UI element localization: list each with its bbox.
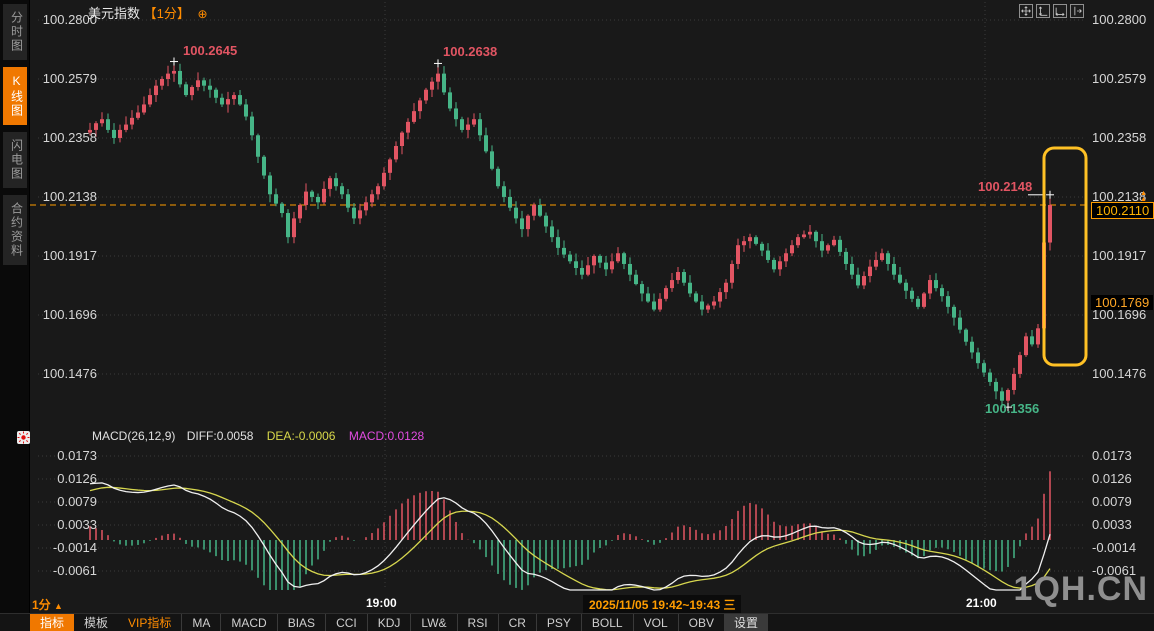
tab-vol[interactable]: VOL (633, 614, 678, 631)
macd-axis-label-left: 0.0126 (37, 471, 97, 486)
interval-up-arrow-icon: ▲ (54, 601, 63, 611)
price-axis-label-left: 100.1917 (37, 248, 97, 263)
macd-axis-label-left: -0.0061 (37, 563, 97, 578)
tab-macd[interactable]: MACD (220, 614, 276, 631)
axis-scale-x-icon[interactable] (1053, 4, 1067, 18)
price-axis-label-left: 100.2579 (37, 71, 97, 86)
chart-toolbar-icons (1019, 4, 1084, 18)
candlestick-macd-plot[interactable] (30, 0, 1154, 595)
tab-settings[interactable]: 设置 (724, 614, 768, 631)
price-axis-label-right: 100.1917 (1092, 248, 1146, 263)
tab-kdj[interactable]: KDJ (367, 614, 411, 631)
session-low-price-label: 100.1356 (985, 401, 1039, 416)
add-overlay-icon[interactable]: ⊕ (198, 7, 208, 21)
macd-axis-label-left: -0.0014 (37, 540, 97, 555)
tab-vip-indicator[interactable]: VIP指标 (118, 614, 181, 631)
macd-axis-label-right: 0.0126 (1092, 471, 1132, 486)
tab-obv[interactable]: OBV (678, 614, 724, 631)
price-axis-label-right: 100.2579 (1092, 71, 1146, 86)
axis-shift-icon[interactable] (1070, 4, 1084, 18)
peak1-price-label: 100.2645 (183, 43, 237, 58)
macd-axis-label-right: 0.0079 (1092, 494, 1132, 509)
sidebar-item-0[interactable]: 分时图 (3, 4, 27, 60)
candles-group (88, 62, 1052, 408)
macd-axis-label-right: -0.0014 (1092, 540, 1136, 555)
macd-header: MACD(26,12,9) DIFF:0.0058 DEA:-0.0006 MA… (92, 429, 424, 443)
macd-group (90, 471, 1050, 590)
tab-boll[interactable]: BOLL (581, 614, 633, 631)
reference-price-tag: 100.1769 (1091, 295, 1153, 310)
tab-rsi[interactable]: RSI (457, 614, 498, 631)
sidebar-item-1[interactable]: K线图 (3, 67, 27, 125)
last-high-price-label: 100.2148 (978, 179, 1032, 194)
indicator-toolbar: 指标模板VIP指标MAMACDBIASCCIKDJLW&RSICRPSYBOLL… (0, 613, 1154, 631)
price-axis-label-left: 100.1476 (37, 366, 97, 381)
tab-ma[interactable]: MA (181, 614, 220, 631)
price-axis-label-left: 100.1696 (37, 307, 97, 322)
symbol-title: 美元指数 (88, 6, 140, 21)
sidebar: 分时图 K线图闪电图合约资料 (0, 0, 30, 613)
tab-bias[interactable]: BIAS (277, 614, 325, 631)
tab-lwr[interactable]: LW& (410, 614, 456, 631)
move-icon[interactable] (1019, 4, 1033, 18)
price-axis-label-left: 100.2358 (37, 130, 97, 145)
sidebar-item-2[interactable]: 闪电图 (3, 132, 27, 188)
price-up-arrow-icon: ▲▲ (1140, 191, 1147, 203)
tab-psy[interactable]: PSY (536, 614, 581, 631)
tab-cci[interactable]: CCI (325, 614, 367, 631)
time-label-21: 21:00 (966, 596, 997, 610)
axis-scale-y-icon[interactable] (1036, 4, 1050, 18)
time-axis: 1分 ▲ 19:00 2025/11/05 19:42~19:43 三 21:0… (30, 595, 1154, 613)
macd-macd-value: MACD:0.0128 (349, 429, 424, 443)
macd-axis-label-left: 0.0033 (37, 517, 97, 532)
macd-axis-label-left: 0.0173 (37, 448, 97, 463)
macd-axis-label-right: 0.0173 (1092, 448, 1132, 463)
tab-indicator[interactable]: 指标 (30, 614, 74, 631)
chart-area: 美元指数 【1分】 ⊕ (30, 0, 1154, 613)
macd-axis-label-right: 0.0033 (1092, 517, 1132, 532)
macd-params: MACD(26,12,9) (92, 429, 175, 443)
chart-header: 美元指数 【1分】 ⊕ (88, 3, 208, 22)
price-axis-label-right: 100.2358 (1092, 130, 1146, 145)
interval-indicator[interactable]: 1分 ▲ (32, 596, 63, 613)
crosshair-time-range: 2025/11/05 19:42~19:43 三 (583, 595, 741, 614)
price-axis-label-right: 100.1476 (1092, 366, 1146, 381)
interval-badge[interactable]: 【1分】 (144, 6, 190, 21)
tab-cr[interactable]: CR (498, 614, 536, 631)
macd-axis-label-left: 0.0079 (37, 494, 97, 509)
app-window: 分时图 K线图闪电图合约资料 美元指数 【1分】 ⊕ (0, 0, 1154, 631)
tab-template[interactable]: 模板 (74, 614, 118, 631)
indicator-marker-icon[interactable] (17, 431, 30, 444)
price-axis-label-right: 100.2800 (1092, 12, 1146, 27)
site-watermark: 1QH.CN (1014, 570, 1148, 609)
macd-diff-value: DIFF:0.0058 (187, 429, 254, 443)
current-price-tag: 100.2110 (1091, 202, 1154, 219)
time-label-19: 19:00 (366, 596, 397, 610)
sidebar-item-3[interactable]: 合约资料 (3, 195, 27, 265)
price-axis-label-left: 100.2138 (37, 189, 97, 204)
peak2-price-label: 100.2638 (443, 44, 497, 59)
macd-dea-value: DEA:-0.0006 (267, 429, 336, 443)
